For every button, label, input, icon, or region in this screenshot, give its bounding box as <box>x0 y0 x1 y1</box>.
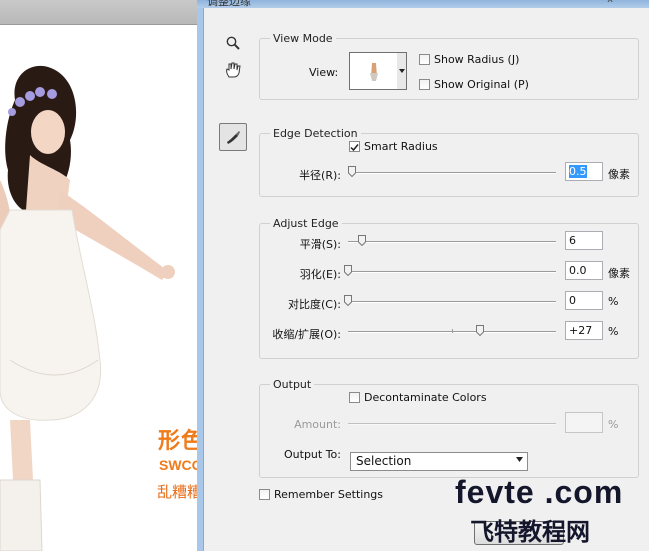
adjust-edge-legend: Adjust Edge <box>273 217 339 230</box>
edge-detection-legend: Edge Detection <box>273 127 358 140</box>
radius-slider[interactable] <box>348 166 556 177</box>
view-preview-thumbnail[interactable] <box>349 52 399 90</box>
radius-label: 半径(R): <box>299 169 341 182</box>
decontaminate-colors-box[interactable] <box>349 392 360 403</box>
contrast-label: 对比度(C): <box>288 298 341 311</box>
chevron-down-icon <box>516 457 523 462</box>
decontaminate-colors-label: Decontaminate Colors <box>364 391 487 404</box>
remember-settings-box[interactable] <box>259 489 270 500</box>
amount-slider-track <box>348 423 556 425</box>
feather-input[interactable]: 0.0 <box>565 261 603 280</box>
refine-radius-tool-icon[interactable] <box>219 123 247 151</box>
amount-label: Amount: <box>294 418 341 431</box>
zoom-tool-icon[interactable] <box>221 31 245 55</box>
smooth-label: 平滑(S): <box>299 238 341 251</box>
smart-radius-box[interactable] <box>349 141 360 152</box>
shift-edge-slider[interactable] <box>348 325 556 336</box>
dialog-titlebar: 调整边缘 x <box>197 0 649 8</box>
remember-settings-label: Remember Settings <box>274 488 384 501</box>
chevron-down-icon <box>398 69 405 73</box>
decontaminate-colors-checkbox[interactable]: Decontaminate Colors <box>349 391 487 404</box>
shift-edge-input[interactable]: +27 <box>565 321 603 340</box>
smooth-slider-thumb[interactable] <box>358 235 366 246</box>
photo-girl-in-white-dress <box>0 65 175 551</box>
contrast-slider-track <box>348 301 556 303</box>
amount-unit: % <box>608 418 619 431</box>
feather-slider-track <box>348 271 556 273</box>
smooth-input[interactable]: 6 <box>565 231 603 250</box>
contrast-slider[interactable] <box>344 295 556 306</box>
close-icon[interactable]: x <box>607 0 613 5</box>
hand-tool-icon[interactable] <box>221 58 245 82</box>
watermark-fevte: fevte .com <box>455 474 624 510</box>
output-legend: Output <box>273 378 312 391</box>
output-to-value: Selection <box>356 454 412 468</box>
dialog-client: View Mode View: Show Radius (J) Show Ori… <box>203 8 649 551</box>
remember-settings-checkbox[interactable]: Remember Settings <box>259 488 383 501</box>
radius-slider-thumb[interactable] <box>348 166 356 177</box>
shift-edge-unit: % <box>608 325 619 338</box>
radius-input[interactable]: 0.5 <box>565 162 603 181</box>
smooth-slider-track <box>348 241 556 243</box>
show-radius-label: Show Radius (J) <box>434 53 520 66</box>
show-original-checkbox[interactable]: Show Original (P) <box>419 78 529 91</box>
radius-unit: 像素 <box>608 168 630 181</box>
show-original-label: Show Original (P) <box>434 78 529 91</box>
refine-edge-dialog: 调整边缘 x View Mode View: Show Radius (J) <box>197 0 649 551</box>
smart-radius-checkbox[interactable]: Smart Radius <box>349 140 438 153</box>
feather-slider-thumb[interactable] <box>344 265 352 276</box>
canvas-top-strip <box>0 0 197 25</box>
contrast-slider-thumb[interactable] <box>344 295 352 306</box>
feather-slider[interactable] <box>344 265 556 276</box>
show-radius-checkbox[interactable]: Show Radius (J) <box>419 53 519 66</box>
view-label: View: <box>309 66 339 79</box>
radius-slider-track <box>348 172 556 174</box>
shift-edge-slider-thumb[interactable] <box>476 325 484 336</box>
output-to-select[interactable]: Selection <box>350 452 528 471</box>
feather-label: 羽化(E): <box>299 268 341 281</box>
show-original-box[interactable] <box>419 79 430 90</box>
amount-input[interactable] <box>565 412 603 433</box>
output-to-label: Output To: <box>284 448 341 461</box>
shift-edge-center-tick <box>452 329 453 333</box>
amount-slider[interactable] <box>348 423 556 425</box>
feather-unit: 像素 <box>608 267 630 280</box>
smooth-slider[interactable] <box>348 235 556 246</box>
contrast-input[interactable]: 0 <box>565 291 603 310</box>
watermark-fevte-cn: 飞特教程网 <box>470 518 590 546</box>
contrast-unit: % <box>608 295 619 308</box>
view-mode-legend: View Mode <box>273 32 333 45</box>
shift-edge-label: 收缩/扩展(O): <box>272 328 341 341</box>
smart-radius-label: Smart Radius <box>364 140 438 153</box>
show-radius-box[interactable] <box>419 54 430 65</box>
view-dropdown-button[interactable] <box>397 52 407 90</box>
checkmark-icon <box>350 144 359 152</box>
